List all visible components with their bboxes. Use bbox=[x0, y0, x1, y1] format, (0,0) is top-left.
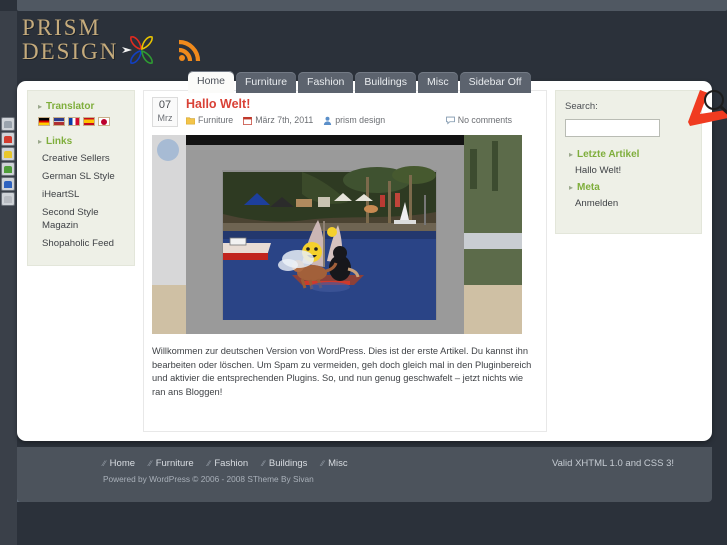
post-category-label: Furniture bbox=[198, 115, 234, 125]
content-panel: Translator Links Creative Sellers German… bbox=[17, 81, 727, 441]
tab-home[interactable]: Home bbox=[188, 71, 235, 93]
site-header: PRISM DESIGN bbox=[17, 11, 727, 73]
footer-credit-text: Powered by WordPress © 2006 - 2008 SThem… bbox=[103, 474, 314, 484]
gray-page-icon[interactable] bbox=[1, 192, 15, 206]
links-list[interactable]: Creative Sellers German SL Style iHeartS… bbox=[42, 152, 128, 250]
footer-link-furniture[interactable]: Furniture bbox=[149, 458, 194, 469]
tab-misc[interactable]: Misc bbox=[418, 72, 458, 93]
blue-shield-icon[interactable] bbox=[1, 177, 15, 191]
post-author[interactable]: prism design bbox=[323, 115, 385, 125]
post-date-label: März 7th, 2011 bbox=[255, 115, 314, 125]
footer-link-fashion[interactable]: Fashion bbox=[208, 458, 248, 469]
link-item-iheartsl[interactable]: iHeartSL bbox=[42, 188, 128, 201]
logo-line-1: PRISM bbox=[22, 15, 102, 40]
meta-item-anmelden[interactable]: Anmelden bbox=[575, 198, 692, 209]
post-date: März 7th, 2011 bbox=[243, 115, 313, 125]
footer-navigation[interactable]: Home Furniture Fashion Buildings Misc bbox=[103, 458, 348, 469]
red-shield-icon[interactable] bbox=[1, 132, 15, 146]
recent-post-hallo-welt[interactable]: Hallo Welt! bbox=[575, 165, 692, 176]
flag-french[interactable] bbox=[68, 117, 80, 126]
post-featured-image[interactable] bbox=[152, 135, 522, 334]
flower-pinwheel-logo bbox=[122, 36, 153, 64]
widget-title-recent-posts: Letzte Artikel bbox=[569, 149, 692, 160]
home-icon[interactable] bbox=[1, 117, 15, 131]
translator-flags[interactable] bbox=[38, 117, 128, 126]
browser-edge-toolbar[interactable] bbox=[1, 117, 16, 206]
flag-japanese[interactable] bbox=[98, 117, 110, 126]
browser-window: PRISM DESIGN Home Furniture Fashion Buil… bbox=[0, 0, 727, 545]
second-life-beach-screenshot bbox=[152, 135, 522, 334]
primary-navigation[interactable]: Home Furniture Fashion Buildings Misc Si… bbox=[188, 71, 531, 93]
folder-icon bbox=[186, 117, 195, 124]
tab-buildings[interactable]: Buildings bbox=[355, 72, 417, 93]
flag-english[interactable] bbox=[53, 117, 65, 126]
footer-validation-text[interactable]: Valid XHTML 1.0 and CSS 3! bbox=[552, 458, 674, 469]
tab-fashion[interactable]: Fashion bbox=[298, 72, 354, 93]
green-shield-icon[interactable] bbox=[1, 162, 15, 176]
post-date-month: Mrz bbox=[157, 113, 173, 123]
widget-title-translator: Translator bbox=[38, 101, 128, 112]
post-date-badge: 07 Mrz bbox=[152, 97, 178, 127]
comment-bubble-icon bbox=[445, 116, 455, 124]
post-meta: Furniture März 7th, 2011 prism design No… bbox=[186, 115, 538, 125]
browser-chrome-top-bar bbox=[17, 0, 727, 11]
post-category[interactable]: Furniture bbox=[186, 115, 233, 125]
post-comments-label: No comments bbox=[457, 115, 512, 125]
browser-chrome-left-bar bbox=[0, 11, 17, 545]
post-author-label: prism design bbox=[335, 115, 386, 125]
post-date-day: 07 bbox=[158, 99, 172, 111]
footer-link-misc[interactable]: Misc bbox=[321, 458, 348, 469]
search-label: Search: bbox=[565, 101, 598, 112]
post-comments[interactable]: No comments bbox=[445, 115, 512, 125]
post-article: 07 Mrz Hallo Welt! Furniture März 7th, 2… bbox=[143, 90, 547, 432]
widget-title-links: Links bbox=[38, 136, 128, 147]
post-body-text: Willkommen zur deutschen Version von Wor… bbox=[152, 346, 532, 397]
link-item-second-style-magazin[interactable]: Second Style Magazin bbox=[42, 206, 128, 232]
footer-link-buildings[interactable]: Buildings bbox=[262, 458, 308, 469]
post-header: 07 Mrz Hallo Welt! Furniture März 7th, 2… bbox=[152, 97, 538, 127]
site-footer: Home Furniture Fashion Buildings Misc Va… bbox=[17, 447, 712, 502]
link-item-shopaholic-feed[interactable]: Shopaholic Feed bbox=[42, 237, 128, 250]
search-input[interactable] bbox=[565, 118, 660, 137]
footer-link-home[interactable]: Home bbox=[103, 458, 135, 469]
yellow-shield-icon[interactable] bbox=[1, 147, 15, 161]
flag-german[interactable] bbox=[38, 117, 50, 126]
tab-sidebar-off[interactable]: Sidebar Off bbox=[459, 72, 531, 93]
user-icon bbox=[324, 116, 332, 125]
flag-spanish[interactable] bbox=[83, 117, 95, 126]
search-magnifier-annotation bbox=[688, 90, 727, 126]
left-sidebar: Translator Links Creative Sellers German… bbox=[27, 90, 135, 266]
calendar-icon bbox=[243, 116, 253, 125]
widget-title-meta: Meta bbox=[569, 182, 692, 193]
right-sidebar: Search: Letzte Artikel Hallo Welt! Meta … bbox=[555, 90, 727, 234]
link-item-creative-sellers[interactable]: Creative Sellers bbox=[42, 152, 128, 165]
site-logo-text[interactable]: PRISM DESIGN bbox=[22, 16, 118, 64]
logo-line-2: DESIGN bbox=[22, 39, 119, 64]
tab-furniture[interactable]: Furniture bbox=[236, 72, 297, 93]
rss-feed-icon[interactable] bbox=[175, 37, 203, 65]
link-item-german-sl-style[interactable]: German SL Style bbox=[42, 170, 128, 183]
post-title[interactable]: Hallo Welt! bbox=[186, 97, 538, 112]
